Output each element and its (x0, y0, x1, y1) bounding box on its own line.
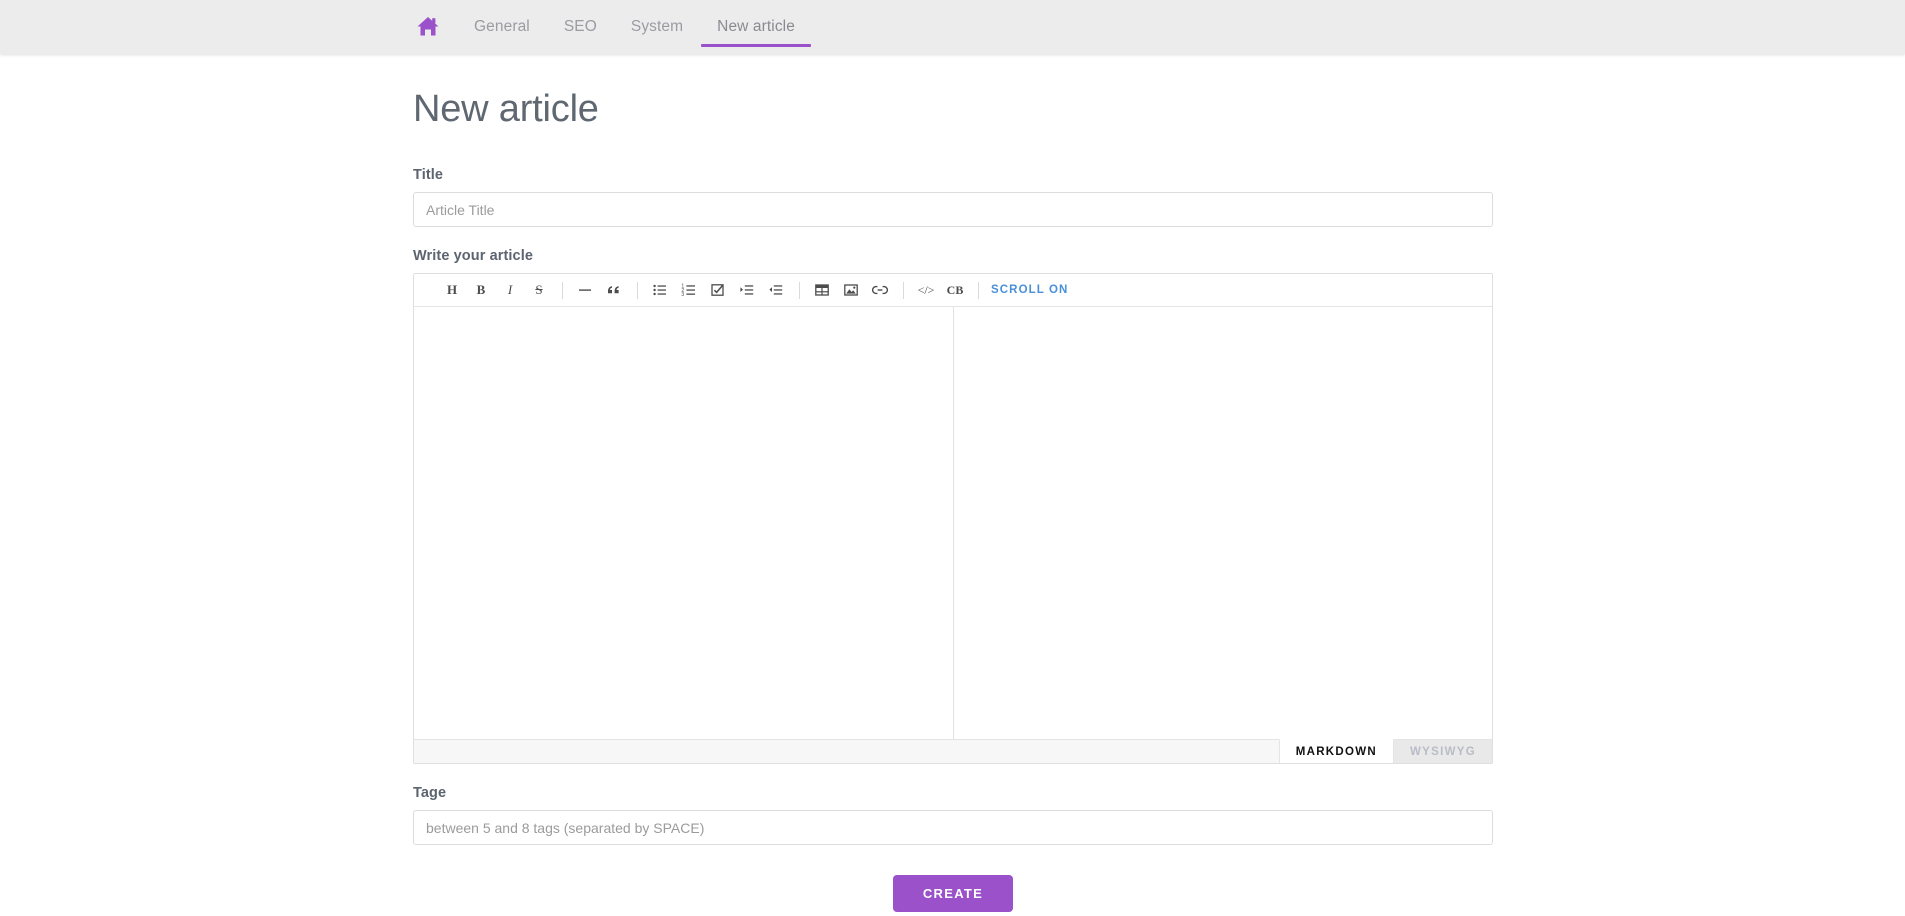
nav-items-container: General SEO System New article (415, 0, 812, 54)
markdown-editor: H B I S 1 2 3 </> CB SCROLL ON MARKDOWN … (413, 273, 1493, 764)
toolbar-separator (637, 281, 638, 299)
nav-item-general[interactable]: General (457, 0, 547, 54)
editor-mode-tabs: MARKDOWN WYSIWYG (414, 739, 1492, 763)
top-navigation-bar: General SEO System New article (0, 0, 1905, 54)
strikethrough-icon[interactable]: S (525, 278, 553, 302)
heading-icon[interactable]: H (438, 278, 466, 302)
strikethrough-glyph: S (535, 282, 543, 297)
nav-item-new-article[interactable]: New article (700, 0, 812, 54)
markdown-preview-pane (953, 307, 1492, 739)
title-input[interactable] (413, 192, 1493, 227)
indent-icon[interactable] (733, 278, 761, 302)
nav-item-seo[interactable]: SEO (547, 0, 614, 54)
editor-toolbar: H B I S 1 2 3 </> CB SCROLL ON (414, 274, 1492, 307)
nav-item-label: System (630, 18, 684, 35)
outdent-icon[interactable] (762, 278, 790, 302)
tab-wysiwyg[interactable]: WYSIWYG (1394, 740, 1492, 763)
tags-field-label: Tage (413, 785, 447, 801)
bold-glyph: B (476, 282, 486, 297)
tab-markdown-label: MARKDOWN (1295, 745, 1378, 758)
tags-input[interactable] (413, 810, 1493, 845)
scroll-sync-toggle[interactable]: SCROLL ON (991, 284, 1068, 296)
nav-item-label: General (474, 18, 530, 35)
new-article-form: Title Write your article H B I S (413, 167, 1493, 912)
nav-item-label: SEO (563, 18, 597, 35)
page-title: New article (413, 88, 599, 130)
create-button-row: CREATE (413, 875, 1493, 912)
title-field-label: Title (413, 167, 444, 183)
numbered-list-icon[interactable]: 1 2 3 (675, 278, 703, 302)
table-icon[interactable] (808, 278, 836, 302)
page-content: New article Title Write your article H B… (0, 54, 1905, 912)
home-button[interactable] (415, 0, 457, 54)
article-field-label: Write your article (413, 248, 533, 264)
home-icon (415, 15, 441, 39)
blockquote-icon[interactable] (600, 278, 628, 302)
nav-item-system[interactable]: System (614, 0, 700, 54)
italic-glyph: I (507, 282, 513, 297)
bullet-list-icon[interactable] (646, 278, 674, 302)
heading-glyph: H (446, 282, 458, 297)
italic-icon[interactable]: I (496, 278, 524, 302)
horizontal-rule-icon[interactable] (571, 278, 599, 302)
inline-code-icon[interactable]: </> (912, 278, 940, 302)
code-block-glyph: CB (946, 282, 964, 297)
markdown-source-pane[interactable] (414, 307, 954, 739)
editor-body (414, 307, 1492, 739)
link-icon[interactable] (866, 278, 894, 302)
code-block-icon[interactable]: CB (941, 278, 969, 302)
toolbar-separator (978, 281, 979, 299)
tab-wysiwyg-label: WYSIWYG (1410, 745, 1476, 758)
create-button[interactable]: CREATE (892, 875, 1014, 912)
toolbar-separator (562, 281, 563, 299)
toolbar-separator (903, 281, 904, 299)
tab-markdown[interactable]: MARKDOWN (1278, 739, 1395, 763)
svg-text:3: 3 (681, 292, 684, 298)
task-list-icon[interactable] (704, 278, 732, 302)
nav-item-label: New article (717, 18, 795, 35)
toolbar-separator (799, 281, 800, 299)
bold-icon[interactable]: B (467, 278, 495, 302)
image-icon[interactable] (837, 278, 865, 302)
inline-code-glyph: </> (917, 282, 935, 297)
